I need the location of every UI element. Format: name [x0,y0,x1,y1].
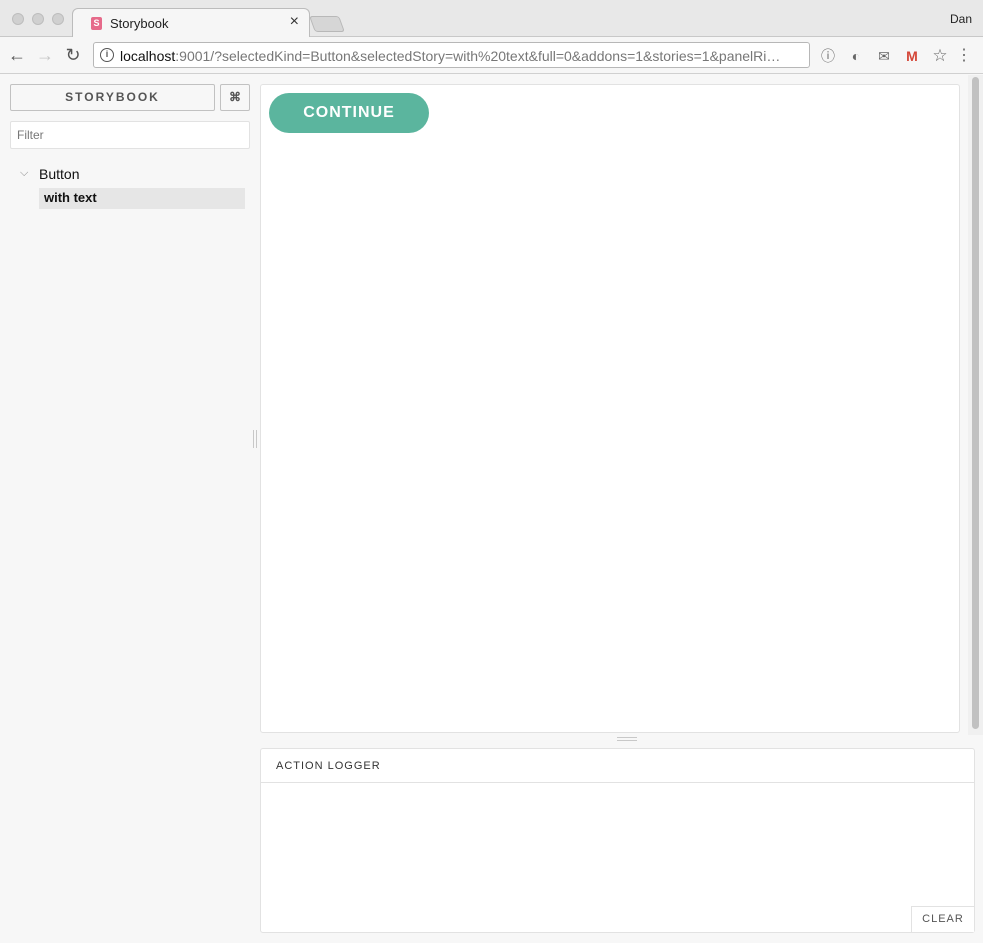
clear-button[interactable]: CLEAR [911,906,974,932]
storybook-title-button[interactable]: STORYBOOK [10,84,215,111]
new-tab-button[interactable] [309,16,345,32]
horizontal-resize-handle[interactable] [617,737,637,741]
bookmark-star-icon[interactable]: ☆ [932,47,948,64]
browser-tab[interactable]: S Storybook × [72,8,310,38]
address-bar[interactable]: i localhost:9001/?selectedKind=Button&se… [93,42,810,68]
zoom-window-button[interactable] [52,13,64,25]
scrollbar-thumb[interactable] [972,77,979,729]
tab-close-icon[interactable]: × [290,13,299,31]
page-scrollbar[interactable] [968,75,983,735]
storybook-favicon-icon: S [91,17,102,30]
kind-label: Button [39,166,80,182]
browser-toolbar: ← → ↻ i localhost:9001/?selectedKind=But… [0,37,983,74]
chevron-down-icon: ⌵ [20,167,29,179]
minimize-window-button[interactable] [32,13,44,25]
continue-button[interactable]: CONTINUE [269,93,429,133]
onepassword-extension-icon[interactable]: ⓘ [820,48,836,64]
story-with-text[interactable]: with text [39,188,245,209]
tab-action-logger[interactable]: ACTION LOGGER [276,760,381,772]
url-text[interactable]: localhost:9001/?selectedKind=Button&sele… [120,48,804,64]
story-preview: CONTINUE [260,84,960,733]
mail-extension-icon[interactable]: ✉ [876,48,892,64]
profile-name[interactable]: Dan [950,12,972,26]
back-arrow-icon[interactable]: ← [6,45,28,67]
shortcuts-button[interactable]: ⌘ [220,84,250,111]
pie-extension-icon[interactable]: ◐ [848,48,864,64]
tab-title: Storybook [110,16,169,31]
filter-input[interactable] [10,121,250,149]
vertical-resize-handle[interactable] [253,430,257,448]
close-window-button[interactable] [12,13,24,25]
reload-icon[interactable]: ↻ [62,45,84,67]
browser-menu-icon[interactable]: ⋮ [956,48,972,64]
forward-arrow-icon[interactable]: → [34,45,56,67]
gmail-extension-icon[interactable]: M [904,48,920,64]
site-info-icon[interactable]: i [100,48,114,62]
stories-sidebar: STORYBOOK ⌘ ⌵ Button with text [0,75,258,943]
title-bar: S Storybook × Dan [0,0,983,38]
addon-panel: ACTION LOGGER CLEAR [260,748,975,933]
addon-panel-header: ACTION LOGGER [261,749,974,783]
